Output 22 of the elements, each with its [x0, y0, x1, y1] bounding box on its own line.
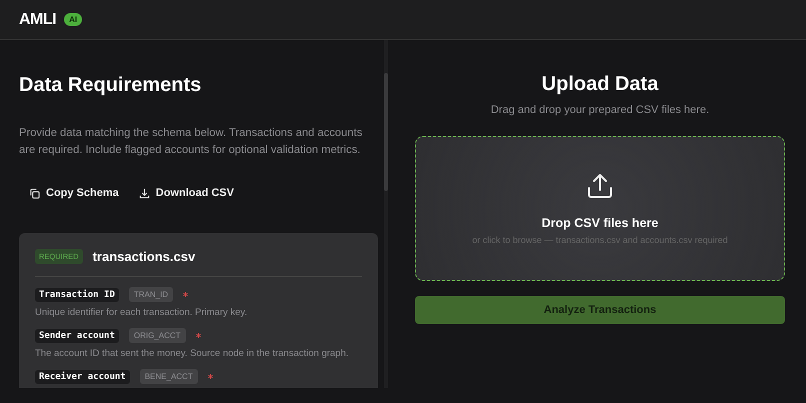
scrollbar-thumb[interactable] — [384, 73, 388, 191]
copy-icon — [29, 188, 40, 198]
upload-title: Upload Data — [542, 73, 658, 96]
app-logo: AMLI — [19, 10, 56, 28]
section-description: Provide data matching the schema below. Transactions and accounts are required. Include flagged accounts for optional validation metrics. — [19, 126, 364, 158]
file-name: transactions.csv — [92, 249, 196, 264]
column-tag: BENE_ACCT — [140, 369, 198, 384]
field-label: Transaction ID — [35, 288, 119, 302]
upload-icon — [586, 172, 614, 200]
field-description: Unique identifier for each transaction. Primary key. — [35, 307, 248, 318]
field-label: Sender account — [35, 328, 119, 342]
copy-button[interactable]: Copy Schema — [29, 187, 119, 199]
ai-badge: AI — [64, 13, 82, 26]
field-label: Receiver account — [35, 370, 130, 384]
download-button[interactable]: Download CSV — [138, 187, 234, 199]
field-description: The account ID that sent the money. Source node in the transaction graph. — [35, 348, 350, 359]
section-title: Data Requirements — [19, 74, 202, 97]
download-icon — [138, 188, 150, 198]
column-tag: TRAN_ID — [128, 287, 174, 302]
upload-subtitle: Drag and drop your prepared CSV files here. — [490, 104, 710, 116]
column-tag: ORIG_ACCT — [128, 328, 186, 343]
drop-title: Drop CSV files here — [542, 216, 658, 230]
